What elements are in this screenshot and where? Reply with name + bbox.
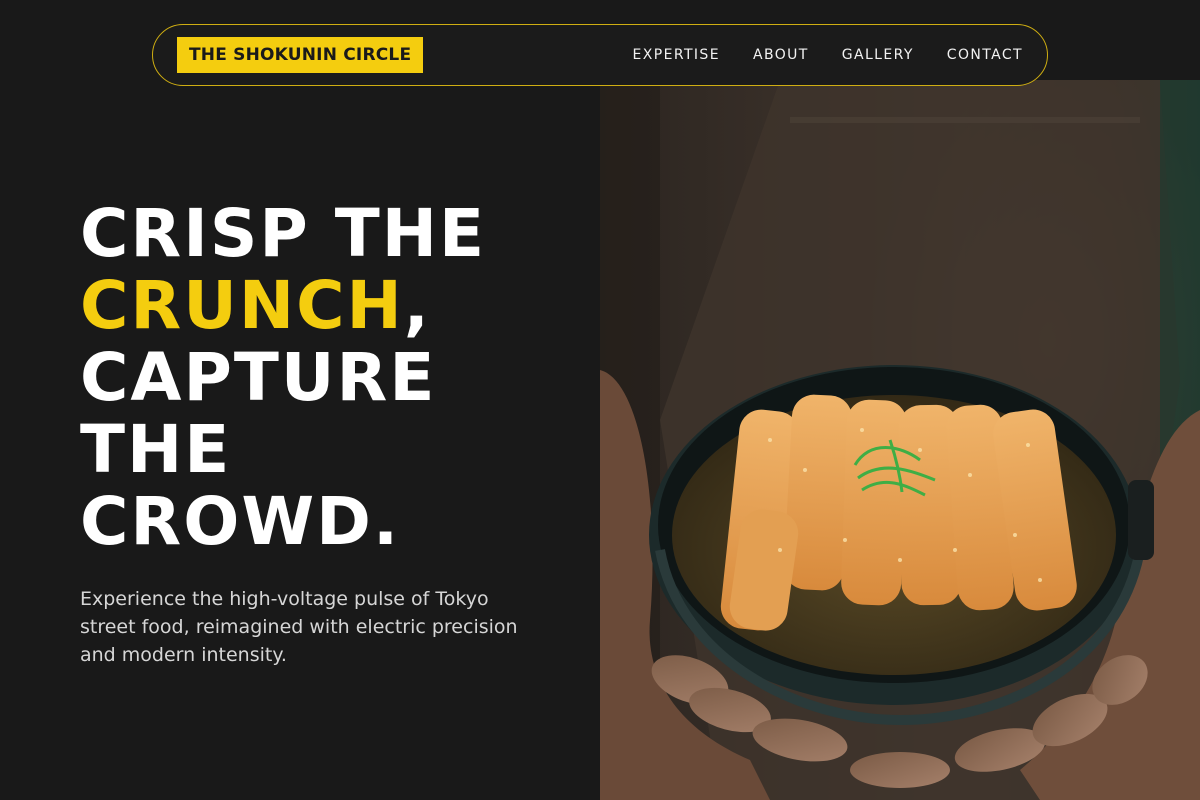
brand-logo[interactable]: THE SHOKUNIN CIRCLE	[177, 37, 424, 73]
katsu-curry-image	[600, 80, 1200, 800]
headline-line-2: CAPTURE	[80, 339, 437, 416]
hero-subtitle: Experience the high-voltage pulse of Tok…	[80, 588, 518, 666]
hero-photo	[600, 80, 1200, 800]
nav-item-gallery[interactable]: GALLERY	[842, 47, 914, 63]
nav-menu: EXPERTISE ABOUT GALLERY CONTACT	[633, 47, 1023, 63]
headline-line-1: CRISP THE	[80, 195, 487, 272]
headline-line-4: CROWD.	[80, 483, 401, 560]
hero-headline: CRISP THE CRUNCH, CAPTURE THE CROWD.	[80, 198, 580, 558]
headline-comma: ,	[403, 267, 431, 344]
nav-item-expertise[interactable]: EXPERTISE	[633, 47, 720, 63]
nav-item-about[interactable]: ABOUT	[753, 47, 809, 63]
hero-section: CRISP THE CRUNCH, CAPTURE THE CROWD. Exp…	[80, 198, 580, 669]
nav-item-contact[interactable]: CONTACT	[947, 47, 1023, 63]
top-navigation: THE SHOKUNIN CIRCLE EXPERTISE ABOUT GALL…	[152, 24, 1048, 86]
headline-accent-word: CRUNCH	[80, 267, 404, 344]
headline-line-3: THE	[80, 411, 232, 488]
